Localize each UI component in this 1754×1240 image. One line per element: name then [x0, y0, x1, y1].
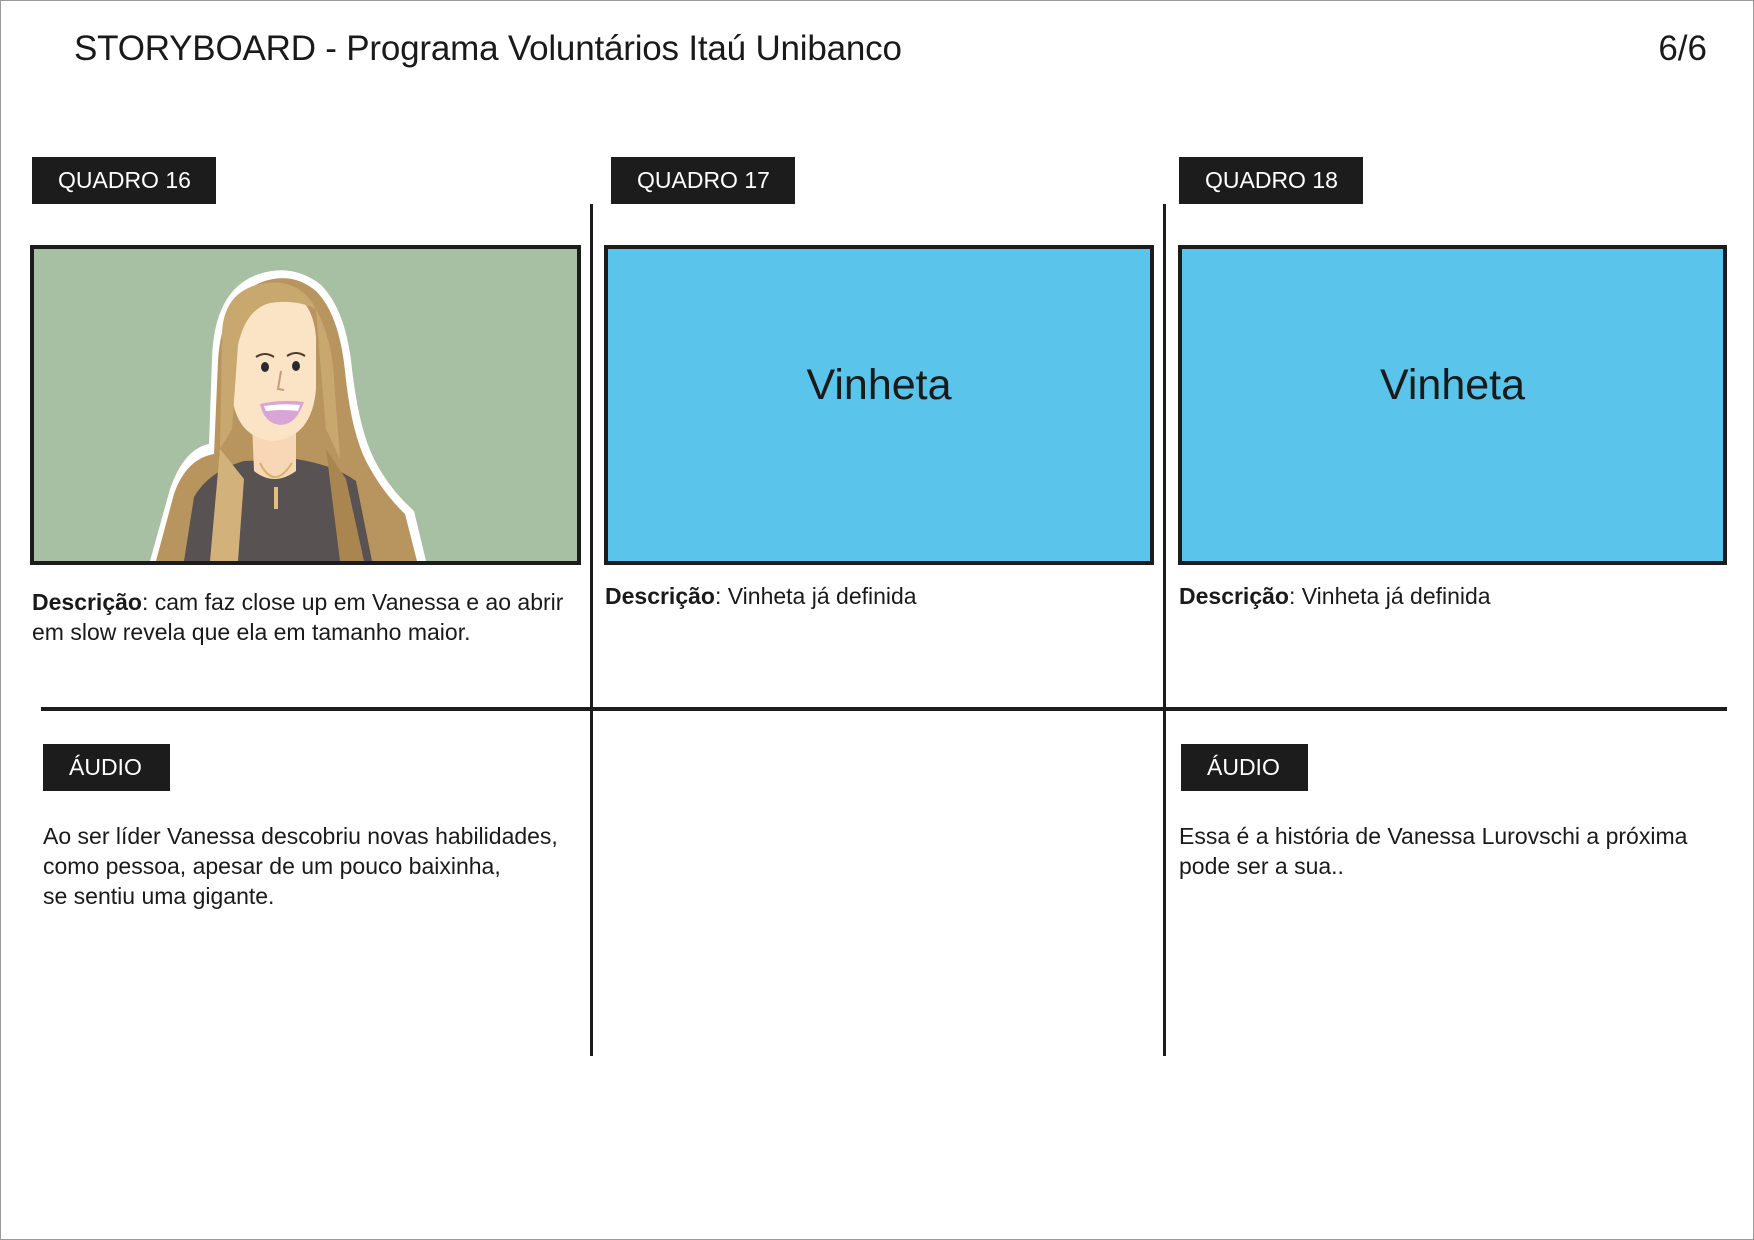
audio-tag-16: ÁUDIO: [43, 744, 170, 791]
frame-16-image: [30, 245, 581, 565]
frame-17-description: Descrição: Vinheta já definida: [605, 581, 1145, 611]
frame-16-description: Descrição: cam faz close up em Vanessa e…: [32, 587, 572, 647]
frame-17-vignette: Vinheta: [604, 245, 1154, 565]
page-title: STORYBOARD - Programa Voluntários Itaú U…: [74, 29, 902, 68]
vignette-label: Vinheta: [806, 361, 952, 409]
audio-text-18: Essa é a história de Vanessa Lurovschi a…: [1179, 823, 1688, 879]
column-divider-1: [590, 204, 593, 1056]
description-text: : Vinheta já definida: [714, 583, 917, 609]
page-number: 6/6: [1658, 29, 1707, 68]
woman-illustration: [150, 270, 426, 561]
column-divider-2: [1163, 204, 1166, 1056]
vignette-label: Vinheta: [1379, 361, 1526, 409]
description-label: Descrição: [1179, 583, 1289, 609]
storyboard-page: STORYBOARD - Programa Voluntários Itaú U…: [0, 0, 1754, 1240]
row-divider: [41, 707, 1727, 711]
description-label: Descrição: [605, 583, 715, 609]
frame-tag-16: QUADRO 16: [32, 157, 216, 204]
audio-tag-18: ÁUDIO: [1181, 744, 1308, 791]
frame-18-vignette: Vinheta: [1178, 245, 1727, 565]
description-label: Descrição: [32, 589, 142, 615]
frame-tag-18: QUADRO 18: [1179, 157, 1363, 204]
frame-18-description: Descrição: Vinheta já definida: [1179, 581, 1719, 611]
description-text: : Vinheta já definida: [1288, 583, 1491, 609]
audio-text-16: Ao ser líder Vanessa descobriu novas hab…: [43, 823, 558, 909]
frame-tag-17: QUADRO 17: [611, 157, 795, 204]
